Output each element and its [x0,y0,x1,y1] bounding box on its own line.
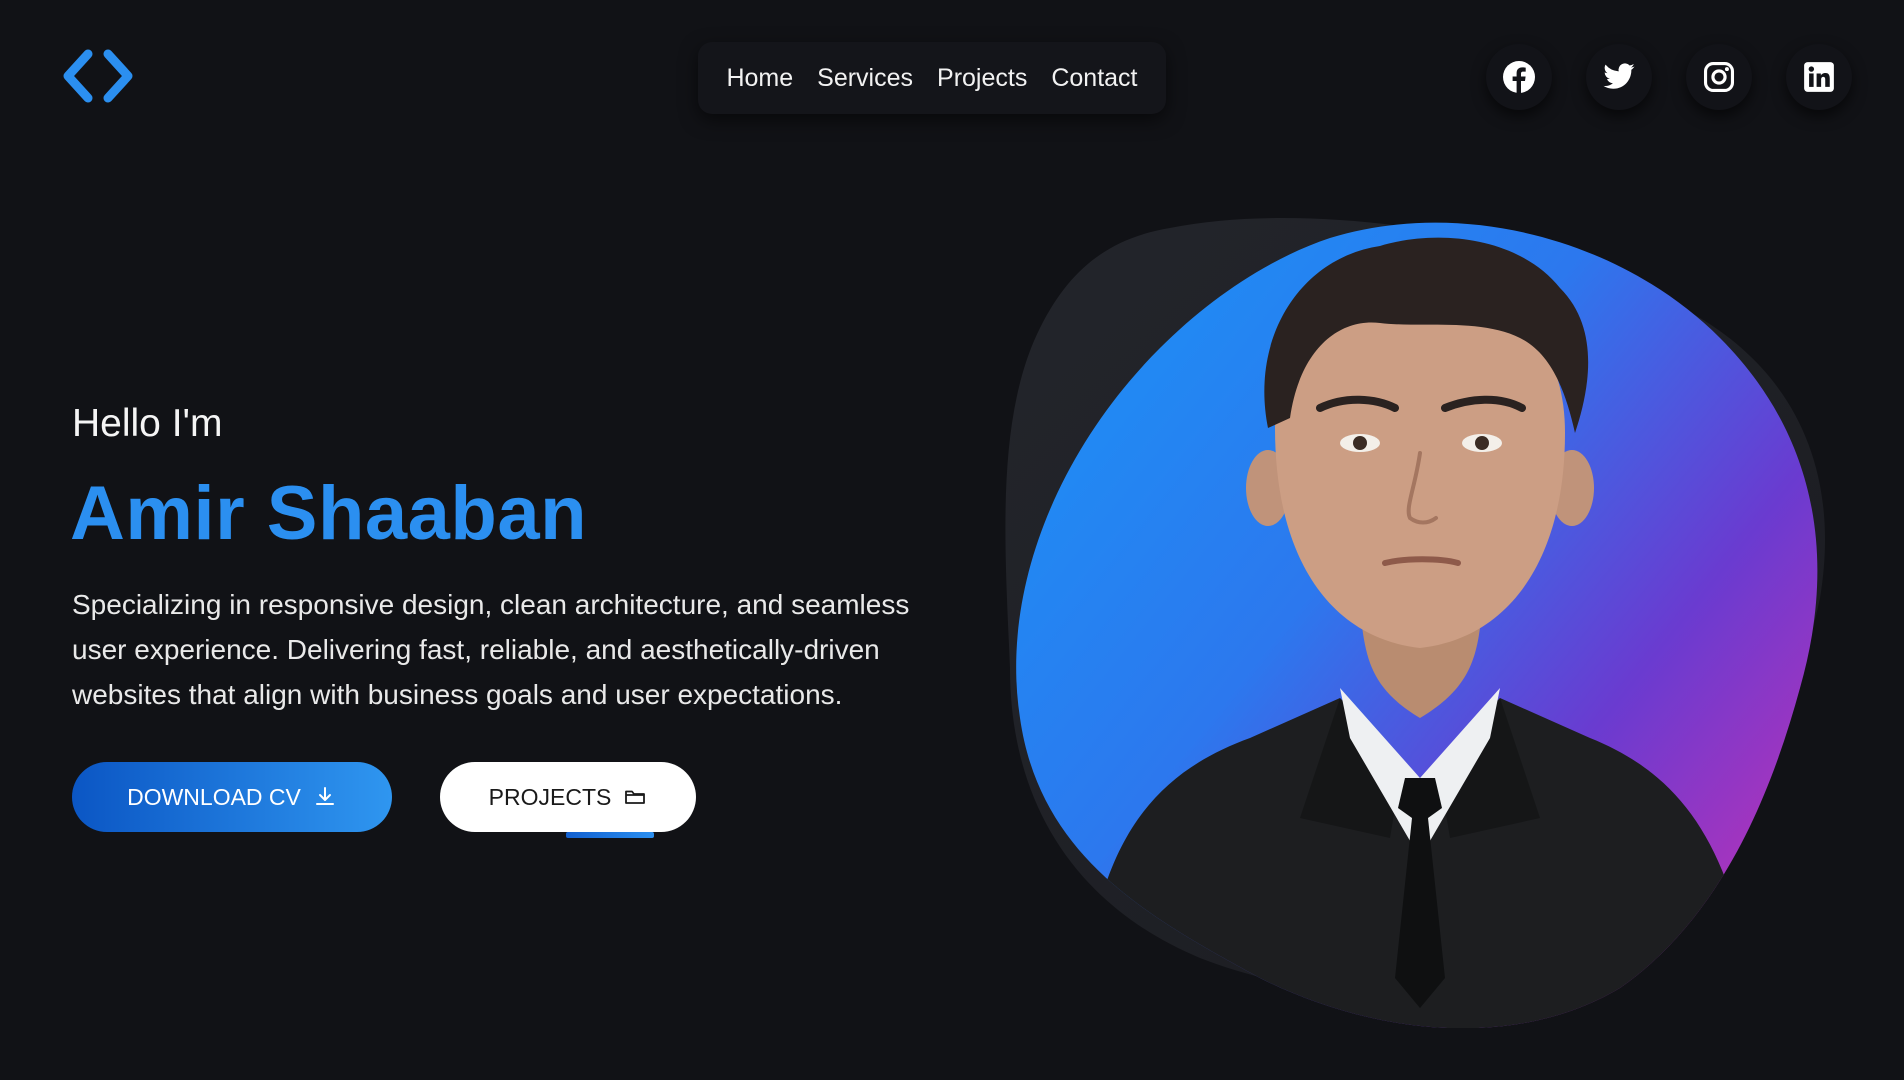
projects-label: PROJECTS [488,783,612,810]
main-nav: Home Services Projects Contact [698,42,1166,114]
greeting-text: Hello I'm [72,402,223,445]
download-cv-button[interactable]: DOWNLOAD CV [72,762,392,832]
projects-button[interactable]: PROJECTS [440,762,696,832]
linkedin-icon [1804,62,1834,92]
facebook-icon [1503,61,1535,93]
linkedin-button[interactable] [1786,44,1852,110]
code-brackets-icon[interactable] [62,48,134,104]
twitter-icon [1603,63,1635,89]
page: Home Services Projects Contact Hello I'm… [0,0,1904,1080]
download-cv-label: DOWNLOAD CV [127,783,301,810]
folder-icon [625,790,646,804]
facebook-button[interactable] [1486,44,1552,110]
download-icon [315,787,334,805]
nav-contact[interactable]: Contact [1051,64,1137,93]
nav-home[interactable]: Home [726,64,793,93]
nav-projects[interactable]: Projects [937,64,1027,93]
hero-name: Amir Shaaban [70,471,588,556]
instagram-icon [1703,61,1735,93]
profile-photo [1000,218,1840,1029]
social-links [1486,44,1852,110]
hero-description: Specializing in responsive design, clean… [72,589,910,710]
twitter-button[interactable] [1586,44,1652,110]
projects-underline [566,832,654,838]
instagram-button[interactable] [1686,44,1752,110]
nav-services[interactable]: Services [817,64,913,93]
